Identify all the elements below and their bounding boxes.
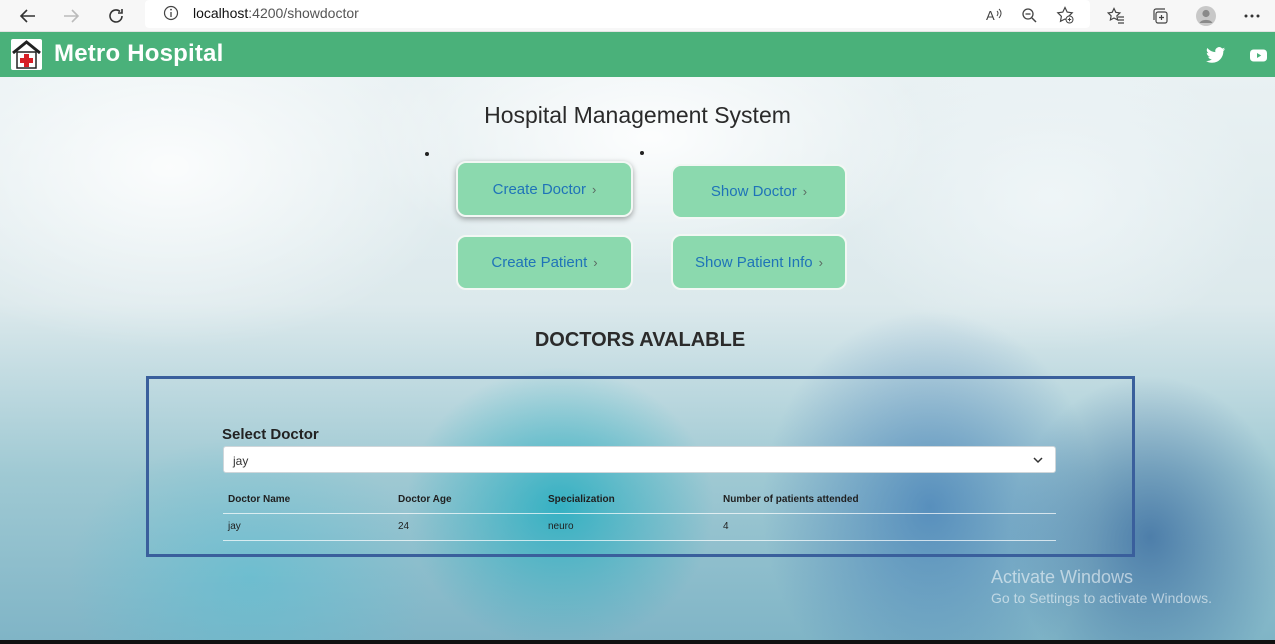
doctor-table: Doctor Name Doctor Age Specialization Nu…	[223, 487, 1056, 541]
create-patient-label: Create Patient	[491, 254, 588, 271]
brand-title[interactable]: Metro Hospital	[54, 40, 223, 68]
profile-avatar-icon[interactable]	[1193, 3, 1219, 29]
column-header: Doctor Name	[228, 494, 291, 505]
table-header-row: Doctor Name Doctor Age Specialization Nu…	[223, 487, 1056, 514]
show-patient-info-button[interactable]: Show Patient Info ›	[671, 234, 847, 290]
forward-icon[interactable]	[59, 4, 83, 28]
column-header: Specialization	[548, 494, 615, 505]
table-cell: neuro	[548, 521, 574, 532]
add-favorite-icon[interactable]	[1054, 4, 1076, 26]
collections-icon[interactable]	[1147, 3, 1173, 29]
info-icon[interactable]	[163, 5, 179, 26]
taskbar-edge	[0, 640, 1275, 644]
chevron-right-icon: ›	[592, 181, 597, 197]
doctor-select-value: jay	[233, 454, 249, 468]
chevron-right-icon: ›	[802, 184, 808, 199]
table-cell: 24	[398, 521, 410, 532]
watermark-subtitle: Go to Settings to activate Windows.	[991, 590, 1212, 606]
show-doctor-button[interactable]: Show Doctor ›	[671, 164, 847, 219]
create-patient-button[interactable]: Create Patient ›	[456, 235, 633, 290]
twitter-icon[interactable]	[1206, 45, 1226, 65]
chevron-down-icon	[1031, 453, 1045, 467]
app-navbar: Metro Hospital	[0, 32, 1275, 77]
list-bullet	[425, 152, 429, 156]
zoom-out-icon[interactable]	[1018, 4, 1040, 26]
chevron-right-icon: ›	[818, 254, 823, 270]
chevron-right-icon: ›	[593, 255, 598, 270]
column-header: Doctor Age	[398, 494, 452, 505]
select-doctor-label: Select Doctor	[222, 426, 319, 443]
column-header: Number of patients attended	[723, 494, 859, 505]
hospital-logo-icon[interactable]	[11, 39, 42, 70]
hospital-background-image	[0, 77, 1275, 644]
back-icon[interactable]	[16, 4, 40, 28]
url-text: localhost:4200/showdoctor	[193, 5, 359, 21]
watermark-title: Activate Windows	[991, 567, 1134, 587]
list-bullet	[640, 151, 644, 155]
show-doctor-label: Show Doctor	[710, 183, 797, 200]
svg-text:A: A	[986, 8, 995, 23]
doctors-section-title: DOCTORS AVALABLE	[534, 329, 746, 351]
refresh-icon[interactable]	[104, 4, 128, 28]
table-cell: 4	[723, 521, 729, 532]
create-doctor-button[interactable]: Create Doctor ›	[456, 161, 633, 217]
youtube-icon[interactable]	[1248, 45, 1268, 65]
table-row: jay 24 neuro 4	[223, 514, 1056, 541]
activate-windows-watermark: Activate Windows Go to Settings to activ…	[991, 567, 1212, 606]
table-cell: jay	[228, 521, 241, 532]
more-options-icon[interactable]	[1239, 3, 1265, 29]
doctor-select[interactable]: jay	[223, 446, 1056, 473]
read-aloud-icon[interactable]: A	[983, 4, 1005, 26]
address-bar[interactable]: localhost:4200/showdoctor A	[145, 0, 1090, 28]
show-patient-info-label: Show Patient Info	[695, 253, 813, 271]
page-title: Hospital Management System	[484, 102, 791, 128]
browser-toolbar: localhost:4200/showdoctor A	[0, 0, 1275, 32]
favorites-icon[interactable]	[1103, 3, 1129, 29]
create-doctor-label: Create Doctor	[492, 180, 587, 198]
